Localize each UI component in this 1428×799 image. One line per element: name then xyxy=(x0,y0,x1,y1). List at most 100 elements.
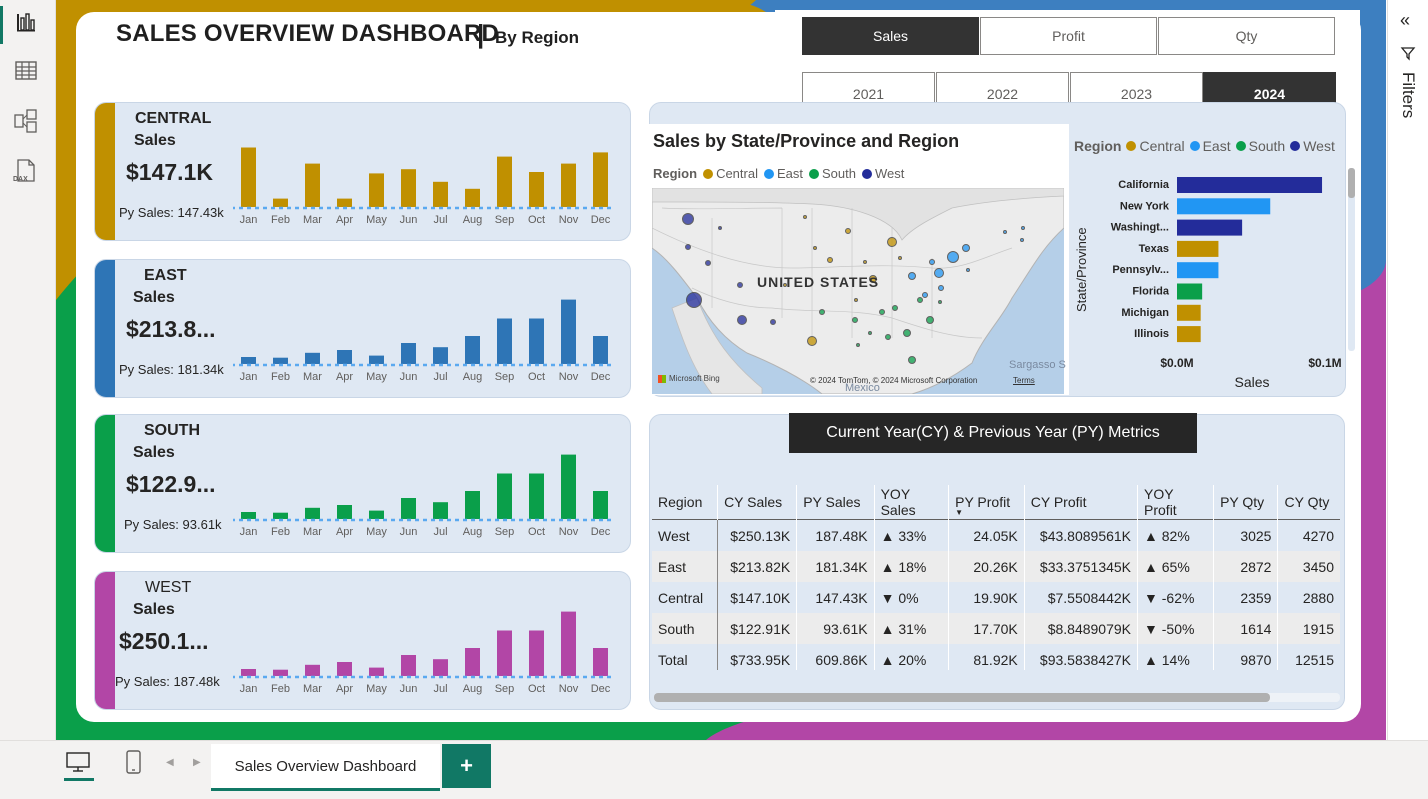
map-bubble[interactable] xyxy=(856,343,860,347)
page-tab-sales-overview[interactable]: Sales Overview Dashboard xyxy=(211,744,440,791)
state-bar[interactable] xyxy=(1177,177,1323,193)
bar-may[interactable] xyxy=(369,510,384,519)
map-bubble[interactable] xyxy=(929,259,935,265)
bar-feb[interactable] xyxy=(273,198,288,207)
bar-apr[interactable] xyxy=(337,505,352,519)
column-header-py-sales[interactable]: PY Sales xyxy=(796,485,875,520)
bar-nov[interactable] xyxy=(561,611,576,676)
bar-oct[interactable] xyxy=(529,473,544,520)
bar-aug[interactable] xyxy=(465,648,480,676)
map-terms-link[interactable]: Terms xyxy=(1013,376,1035,385)
bar-may[interactable] xyxy=(369,173,384,207)
bar-chart-scrollbar[interactable] xyxy=(1348,168,1355,351)
bar-apr[interactable] xyxy=(337,662,352,676)
bar-nov[interactable] xyxy=(561,163,576,207)
bar-mar[interactable] xyxy=(305,507,320,519)
column-header-yoy-profit[interactable]: YOY Profit xyxy=(1137,485,1214,520)
map-bubble[interactable] xyxy=(887,237,897,247)
add-page-button[interactable]: + xyxy=(442,744,491,788)
map-bubble[interactable] xyxy=(845,228,851,234)
bar-jan[interactable] xyxy=(241,669,256,676)
bar-jul[interactable] xyxy=(433,659,448,676)
map-bubble[interactable] xyxy=(962,244,970,252)
map-bubble[interactable] xyxy=(863,260,867,264)
map-bubble[interactable] xyxy=(934,268,944,278)
prev-page-icon[interactable]: ◀ xyxy=(166,757,174,768)
map-bubble[interactable] xyxy=(898,256,902,260)
map-bubble[interactable] xyxy=(1020,238,1024,242)
table-view-icon[interactable] xyxy=(12,57,40,85)
bar-apr[interactable] xyxy=(337,350,352,364)
map-legend-south[interactable]: South xyxy=(809,166,856,181)
bar-dec[interactable] xyxy=(593,491,608,519)
map-bubble[interactable] xyxy=(819,309,825,315)
map-bubble[interactable] xyxy=(1021,226,1025,230)
map-bubble[interactable] xyxy=(926,316,934,324)
map-legend-east[interactable]: East xyxy=(763,166,803,181)
bar-dec[interactable] xyxy=(593,152,608,207)
bar-dec[interactable] xyxy=(593,648,608,676)
map-bubble[interactable] xyxy=(807,336,817,346)
map-bubble[interactable] xyxy=(682,213,694,225)
state-bar[interactable] xyxy=(1177,283,1203,300)
bar-jan[interactable] xyxy=(241,147,256,208)
bar-nov[interactable] xyxy=(561,299,576,364)
map-bubble[interactable] xyxy=(686,292,702,308)
filters-label[interactable]: Filters xyxy=(1398,72,1418,118)
column-header-py-qty[interactable]: PY Qty xyxy=(1213,485,1278,520)
bar-legend-south[interactable]: South xyxy=(1235,138,1285,154)
map-bubble[interactable] xyxy=(922,292,928,298)
map-bubble[interactable] xyxy=(908,272,916,280)
map-bubble[interactable] xyxy=(827,257,833,263)
map-legend-central[interactable]: Central xyxy=(703,166,758,181)
map-bubble[interactable] xyxy=(966,268,970,272)
bar-oct[interactable] xyxy=(529,630,544,677)
map-bubble[interactable] xyxy=(908,356,916,364)
bar-feb[interactable] xyxy=(273,512,288,519)
state-bar[interactable] xyxy=(1177,240,1219,257)
map-bubble[interactable] xyxy=(947,251,959,263)
bar-sep[interactable] xyxy=(497,630,512,677)
map-bubble[interactable] xyxy=(1003,230,1007,234)
column-header-cy-sales[interactable]: CY Sales xyxy=(717,485,797,520)
bar-jun[interactable] xyxy=(401,498,416,519)
column-header-region[interactable]: Region xyxy=(652,485,718,520)
column-header-py-profit[interactable]: PY Profit ▼ xyxy=(948,485,1025,520)
metric-button-profit[interactable]: Profit xyxy=(980,17,1157,55)
map-canvas[interactable] xyxy=(652,188,1064,394)
bar-sep[interactable] xyxy=(497,318,512,365)
bar-dec[interactable] xyxy=(593,336,608,364)
mobile-layout-icon[interactable] xyxy=(124,750,144,781)
map-bubble[interactable] xyxy=(938,285,944,291)
state-bar[interactable] xyxy=(1177,262,1219,279)
bar-jan[interactable] xyxy=(241,357,256,364)
bar-mar[interactable] xyxy=(305,664,320,676)
map-bubble[interactable] xyxy=(705,260,711,266)
bar-jun[interactable] xyxy=(401,169,416,207)
map-bubble[interactable] xyxy=(892,305,898,311)
map-bubble[interactable] xyxy=(938,300,942,304)
bar-chart-scroll-thumb[interactable] xyxy=(1348,168,1355,198)
state-bar[interactable] xyxy=(1177,198,1271,215)
monthly-sales-chart[interactable]: Jan Feb Mar Apr May Jun Jul Aug Sep Oct Nov Dec xyxy=(233,123,623,233)
next-page-icon[interactable]: ▶ xyxy=(193,757,201,768)
map-bubble[interactable] xyxy=(868,331,872,335)
bar-jun[interactable] xyxy=(401,655,416,676)
bar-aug[interactable] xyxy=(465,336,480,364)
bar-jul[interactable] xyxy=(433,502,448,519)
map-bubble[interactable] xyxy=(813,246,817,250)
column-header-cy-profit[interactable]: CY Profit xyxy=(1023,485,1138,520)
map-legend-west[interactable]: West xyxy=(861,166,904,181)
map-bubble[interactable] xyxy=(803,215,807,219)
dax-query-view-icon[interactable]: DAX xyxy=(12,157,40,185)
metric-button-qty[interactable]: Qty xyxy=(1158,17,1335,55)
bar-aug[interactable] xyxy=(465,491,480,519)
desktop-layout-icon[interactable] xyxy=(64,750,94,781)
bar-may[interactable] xyxy=(369,355,384,364)
bar-legend-central[interactable]: Central xyxy=(1126,138,1185,154)
bar-mar[interactable] xyxy=(305,163,320,207)
bar-feb[interactable] xyxy=(273,669,288,676)
state-bar[interactable] xyxy=(1177,219,1243,236)
bar-feb[interactable] xyxy=(273,357,288,364)
bar-aug[interactable] xyxy=(465,188,480,207)
